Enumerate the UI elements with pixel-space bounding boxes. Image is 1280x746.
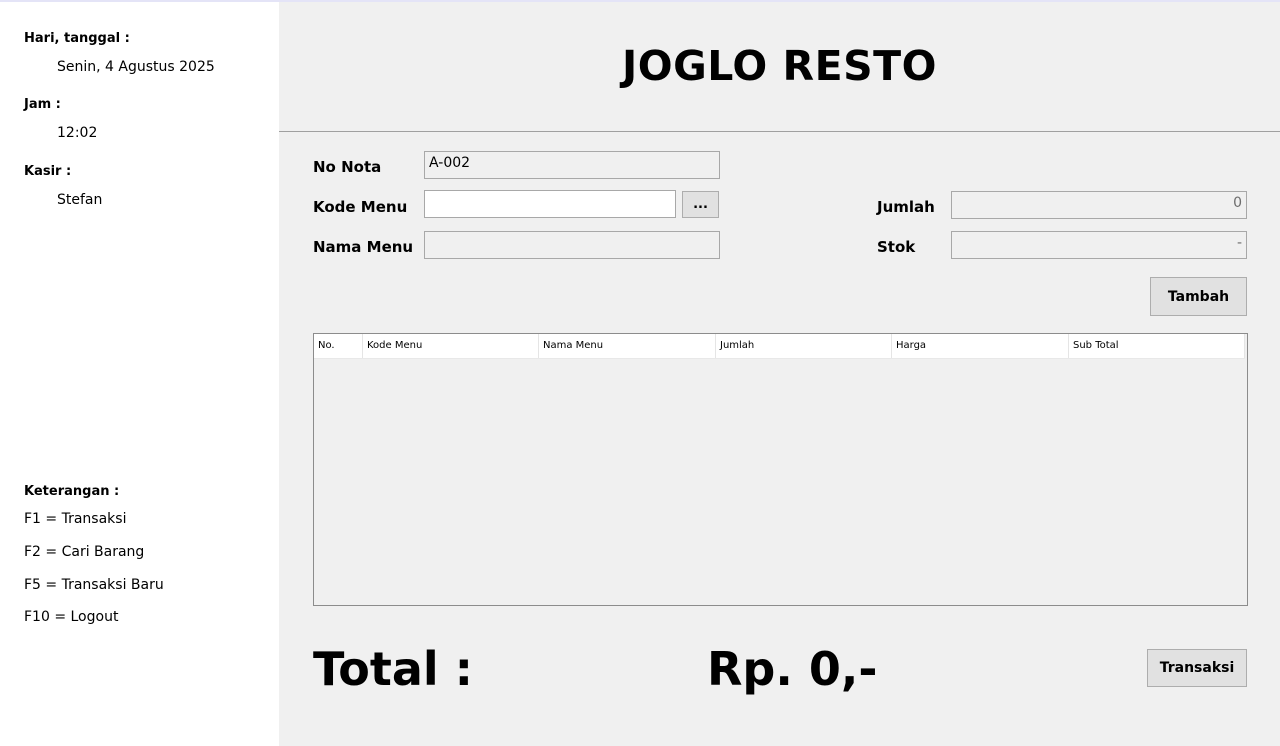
cashier-value: Stefan (57, 192, 103, 208)
no-nota-label: No Nota (313, 158, 382, 176)
column-header-nama-menu[interactable]: Nama Menu (539, 334, 716, 358)
page-title: JOGLO RESTO (622, 42, 937, 90)
date-label: Hari, tanggal : (24, 31, 130, 46)
sidebar: Hari, tanggal : Senin, 4 Agustus 2025 Ja… (0, 2, 279, 746)
cashier-label: Kasir : (24, 164, 72, 179)
nama-menu-label: Nama Menu (313, 238, 414, 256)
main-panel: JOGLO RESTO No Nota A-002 Kode Menu ... … (279, 2, 1280, 746)
order-table[interactable]: No. Kode Menu Nama Menu Jumlah Harga Sub… (313, 333, 1248, 606)
legend-title: Keterangan : (24, 484, 120, 499)
column-header-jumlah[interactable]: Jumlah (716, 334, 892, 358)
column-header-sub-total[interactable]: Sub Total (1069, 334, 1245, 358)
legend-item: F5 = Transaksi Baru (24, 577, 164, 593)
jumlah-label: Jumlah (877, 198, 935, 216)
time-value: 12:02 (57, 125, 98, 141)
transaction-button[interactable]: Transaksi (1147, 649, 1247, 687)
browse-menu-button[interactable]: ... (682, 191, 719, 218)
column-header-harga[interactable]: Harga (892, 334, 1069, 358)
column-header-kode-menu[interactable]: Kode Menu (363, 334, 539, 358)
header-divider (279, 131, 1280, 132)
nama-menu-field[interactable] (424, 231, 720, 259)
jumlah-field[interactable]: 0 (951, 191, 1247, 219)
time-label: Jam : (24, 97, 61, 112)
legend-item: F1 = Transaksi (24, 511, 127, 527)
stok-label: Stok (877, 238, 916, 256)
total-label: Total : (313, 642, 474, 696)
stok-field[interactable]: - (951, 231, 1247, 259)
kode-menu-input[interactable] (424, 190, 676, 218)
kode-menu-label: Kode Menu (313, 198, 408, 216)
table-header: No. Kode Menu Nama Menu Jumlah Harga Sub… (314, 334, 1245, 359)
total-value: Rp. 0,- (707, 642, 878, 696)
date-value: Senin, 4 Agustus 2025 (57, 59, 215, 75)
no-nota-field[interactable]: A-002 (424, 151, 720, 179)
legend-item: F2 = Cari Barang (24, 544, 145, 560)
legend-item: F10 = Logout (24, 609, 119, 625)
add-item-button[interactable]: Tambah (1150, 277, 1247, 316)
column-header-no[interactable]: No. (314, 334, 363, 358)
